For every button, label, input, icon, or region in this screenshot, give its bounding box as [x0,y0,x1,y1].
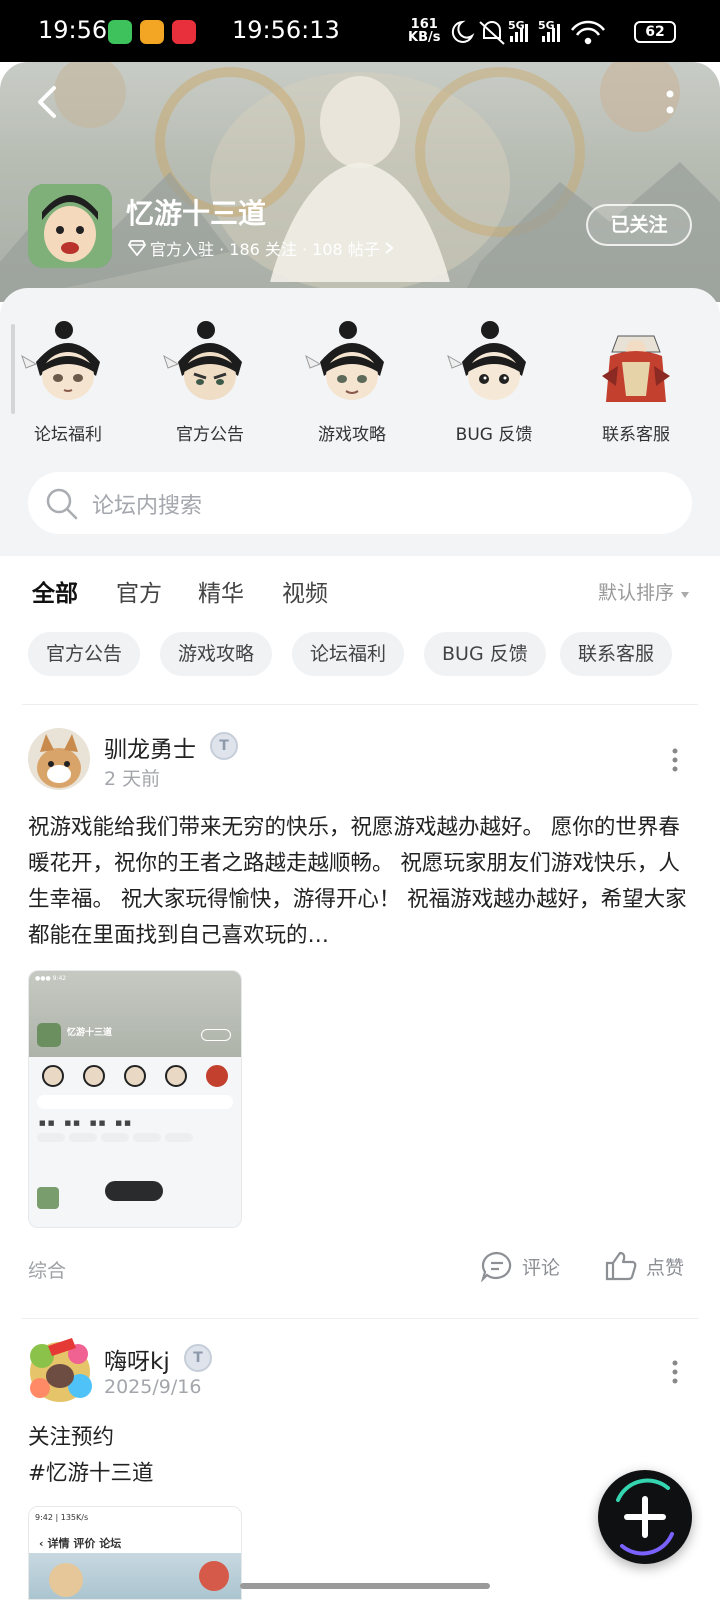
post-username[interactable]: 驯龙勇士 [104,730,196,764]
app-notification-icon [140,20,164,44]
post-hashtag[interactable]: #忆游十三道 [28,1456,692,1492]
chip-forum-welfare[interactable]: 论坛福利 [292,632,405,676]
user-level-badge: T [184,1344,212,1372]
game-meta-text: 官方入驻 · 186 关注 · 108 帖子 [150,240,380,259]
chip-official-notice[interactable]: 官方公告 [28,632,141,676]
sort-dropdown[interactable]: 默认排序 [598,578,690,605]
character-avatar-icon [163,321,242,400]
plus-icon [616,1478,674,1556]
post-time: 2025/9/16 [104,1376,202,1398]
quick-entry-official-notice[interactable]: 官方公告 [150,316,270,445]
game-meta[interactable]: 官方入驻 · 186 关注 · 108 帖子 [128,236,394,260]
moon-icon [451,20,475,43]
tab-video[interactable]: 视频 [282,574,328,608]
status-icons: 5G 5G [451,19,605,45]
character-avatar-icon [21,321,100,400]
post-body[interactable]: 关注预约 #忆游十三道 [28,1420,692,1492]
search-placeholder: 论坛内搜索 [92,494,203,519]
quick-entry-panel: 论坛福利 官方公告 游戏攻略 BUG 反馈 联系客服 论坛内搜索 [0,288,720,556]
post-category-tag[interactable]: 综合 [28,1256,66,1283]
user-avatar[interactable] [28,728,90,790]
post-time: 2 天前 [104,768,161,790]
quick-entry-label: 联系客服 [602,425,670,445]
post-username[interactable]: 嗨呀kj [104,1342,170,1376]
home-indicator[interactable] [240,1583,490,1589]
battery-indicator: 62 [634,21,676,43]
diamond-icon [128,240,146,256]
create-post-button[interactable] [598,1470,692,1564]
app-notification-icon [108,20,132,44]
comment-icon [480,1251,512,1282]
status-clock: 19:56:13 [232,16,340,44]
post-more-icon[interactable] [670,1360,680,1384]
thumbs-up-icon [605,1251,637,1281]
like-label: 点赞 [646,1256,685,1279]
follow-button[interactable]: 已关注 [586,204,692,246]
chip-bug-report[interactable]: BUG 反馈 [424,632,546,676]
post-more-icon[interactable] [670,748,680,772]
comment-button[interactable]: 评论 [480,1250,560,1282]
user-level-badge: T [210,732,238,760]
comment-label: 评论 [522,1256,561,1279]
mute-bell-icon [479,21,505,45]
post-image[interactable]: ●●● 9:42 忆游十三道 ■ ■ ■ ■ ■ ■ ■ ■ [28,970,242,1228]
post-image-status: 9:42 | 135K/s [35,1513,89,1522]
chevron-right-icon [385,242,394,254]
search-icon [46,488,78,520]
wifi-icon [571,20,605,45]
quick-entry-customer-service[interactable]: 联系客服 [576,316,696,445]
quick-entry-bug-report[interactable]: BUG 反馈 [434,316,554,445]
post-image-title: 忆游十三道 [67,1028,113,1038]
post-image-tabs: ‹ 详情 评价 论坛 [39,1537,122,1550]
banner-artwork [0,62,720,302]
post-image[interactable]: 9:42 | 135K/s ‹ 详情 评价 论坛 [28,1506,242,1600]
quick-entry-game-guide[interactable]: 游戏攻略 [292,316,412,445]
character-avatar-icon [602,335,670,402]
user-avatar[interactable] [22,1332,98,1408]
back-arrow-icon[interactable] [30,82,66,122]
character-avatar-icon [447,321,526,400]
xiaohongshu-notification-icon [172,20,196,44]
character-avatar-icon [305,321,384,400]
chip-customer-service[interactable]: 联系客服 [560,632,673,676]
tab-featured[interactable]: 精华 [198,574,244,608]
quick-entry-label: 游戏攻略 [318,425,386,445]
quick-entry-forum-welfare[interactable]: 论坛福利 [8,316,128,445]
status-bar: 19:56 19:56:13 161 KB/s 5G 5G 62 [0,0,720,62]
quick-entry-label: 官方公告 [176,425,244,445]
feed-tabs: 全部 官方 精华 视频 默认排序 [0,556,720,630]
caret-down-icon [681,592,690,598]
like-button[interactable]: 点赞 [604,1250,684,1282]
tab-official[interactable]: 官方 [116,574,162,608]
divider [22,704,698,705]
more-vertical-icon[interactable] [660,86,680,120]
net-speed: 161 KB/s [408,17,441,45]
tab-all[interactable]: 全部 [32,574,78,608]
game-title: 忆游十三道 [126,197,267,230]
quick-entry-label: 论坛福利 [34,425,102,445]
forum-search-box[interactable]: 论坛内搜索 [28,472,692,534]
forum-header-banner [0,62,720,302]
game-icon[interactable] [28,184,112,268]
quick-entry-label: BUG 反馈 [455,425,533,445]
sort-label: 默认排序 [598,582,675,604]
post-body[interactable]: 祝游戏能给我们带来无穷的快乐，祝愿游戏越办越好。 愿你的世界春暖花开，祝你的王者… [28,810,692,954]
status-time: 19:56 [38,16,108,44]
post-body-line: 关注预约 [28,1425,115,1450]
chip-game-guide[interactable]: 游戏攻略 [160,632,273,676]
divider [22,1318,698,1319]
